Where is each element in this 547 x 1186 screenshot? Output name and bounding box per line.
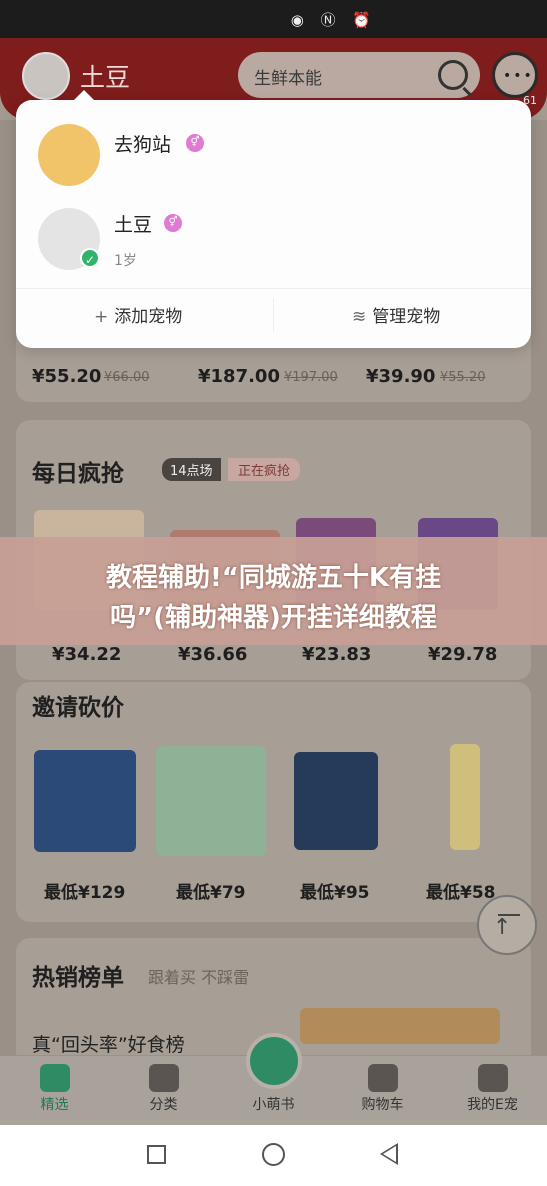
hot-list-title: 热销榜单 [32, 965, 124, 991]
product-price: ¥187.00 [198, 366, 280, 387]
product-image[interactable] [450, 744, 480, 850]
pet-age: 1岁 [114, 253, 137, 269]
cart-icon [368, 1064, 398, 1092]
back-to-top-button[interactable]: ↑ [477, 895, 537, 955]
divider [16, 288, 531, 289]
home-button-icon[interactable] [262, 1143, 285, 1166]
avatar[interactable] [22, 52, 70, 100]
bargain-price: 最低¥58 [426, 883, 496, 903]
tab-featured[interactable]: 精选 [0, 1056, 109, 1126]
bargain-price: 最低¥95 [300, 883, 370, 903]
bargain-price: 最低¥79 [176, 883, 246, 903]
pet-avatar-dog[interactable] [38, 124, 100, 186]
product-price: ¥39.90 [366, 366, 436, 387]
message-button[interactable]: ••• [492, 52, 538, 98]
hot-list-subtitle: 跟着买 不踩雷 [148, 968, 250, 987]
popup-arrow [74, 90, 94, 100]
hot-list-thumbnails[interactable] [300, 1008, 500, 1044]
add-pet-button[interactable]: + 添加宠物 [94, 302, 182, 327]
product-image[interactable] [156, 746, 266, 856]
flash-price: ¥34.22 [52, 644, 122, 665]
gender-icon: ⚥ [164, 214, 182, 232]
flash-price: ¥36.66 [178, 644, 248, 665]
search-input[interactable]: 生鲜本能 [238, 52, 480, 98]
pet-name[interactable]: 土豆 [114, 210, 152, 237]
plus-icon: + [94, 307, 109, 327]
chat-bubble-icon: ••• [503, 68, 534, 84]
search-placeholder: 生鲜本能 [254, 69, 322, 89]
hot-list-item-title[interactable]: 真“回头率”好食榜 [32, 1030, 185, 1057]
tab-cart[interactable]: 购物车 [328, 1056, 437, 1126]
status-bar: ◉ Ⓝ ⏰ [0, 0, 547, 38]
arrow-up-icon: ↑ [493, 915, 512, 940]
divider [273, 298, 274, 332]
selected-check-icon: ✓ [80, 248, 100, 268]
flash-price: ¥23.83 [302, 644, 372, 665]
manage-pets-button[interactable]: ≋ 管理宠物 [352, 302, 440, 327]
overlay-banner: 教程辅助!“同城游五十K有挂 吗”(辅助神器)开挂详细教程 [0, 537, 547, 645]
product-image[interactable] [34, 750, 136, 852]
list-icon [149, 1064, 179, 1092]
bargain-price: 最低¥129 [44, 883, 126, 903]
product-old-price: ¥66.00 [104, 370, 150, 385]
flash-price: ¥29.78 [428, 644, 498, 665]
status-icons: ◉ Ⓝ ⏰ [290, 11, 377, 29]
tab-category[interactable]: 分类 [109, 1056, 218, 1126]
flash-sale-status: 正在疯抢 [228, 458, 301, 481]
banner-line: 吗”(辅助神器)开挂详细教程 [110, 603, 437, 633]
product-image[interactable] [294, 752, 378, 850]
product-old-price: ¥197.00 [284, 370, 338, 385]
gender-icon: ⚥ [186, 134, 204, 152]
current-pet-name[interactable]: 土豆 [80, 58, 130, 94]
flash-sale-title: 每日疯抢 [32, 461, 124, 487]
home-icon [40, 1064, 70, 1092]
tab-label: 购物车 [361, 1097, 404, 1113]
recent-apps-icon[interactable] [147, 1145, 166, 1164]
tab-label: 分类 [149, 1097, 178, 1113]
tab-profile[interactable]: 我的E宠 [438, 1056, 547, 1126]
pet-name[interactable]: 去狗站 [114, 130, 171, 157]
bargain-title: 邀请砍价 [32, 695, 124, 721]
layers-icon: ≋ [352, 307, 367, 327]
tab-label: 精选 [40, 1097, 69, 1113]
product-old-price: ¥55.20 [440, 370, 486, 385]
tab-label: 我的E宠 [467, 1097, 518, 1113]
book-icon[interactable] [246, 1033, 302, 1089]
manage-pets-label: 管理宠物 [372, 307, 441, 327]
add-pet-label: 添加宠物 [114, 307, 183, 327]
flash-sale-slot: 14点场 [162, 458, 221, 481]
search-icon[interactable] [438, 60, 468, 90]
product-price: ¥55.20 [32, 366, 102, 387]
pet-switcher-popup: 去狗站 ⚥ ✓ 土豆 ⚥ 1岁 + 添加宠物 ≋ 管理宠物 [16, 90, 531, 348]
user-icon [478, 1064, 508, 1092]
banner-line: 教程辅助!“同城游五十K有挂 [105, 563, 442, 593]
system-nav-bar [0, 1125, 547, 1186]
back-icon[interactable] [380, 1143, 398, 1165]
tab-label: 小萌书 [252, 1097, 295, 1113]
